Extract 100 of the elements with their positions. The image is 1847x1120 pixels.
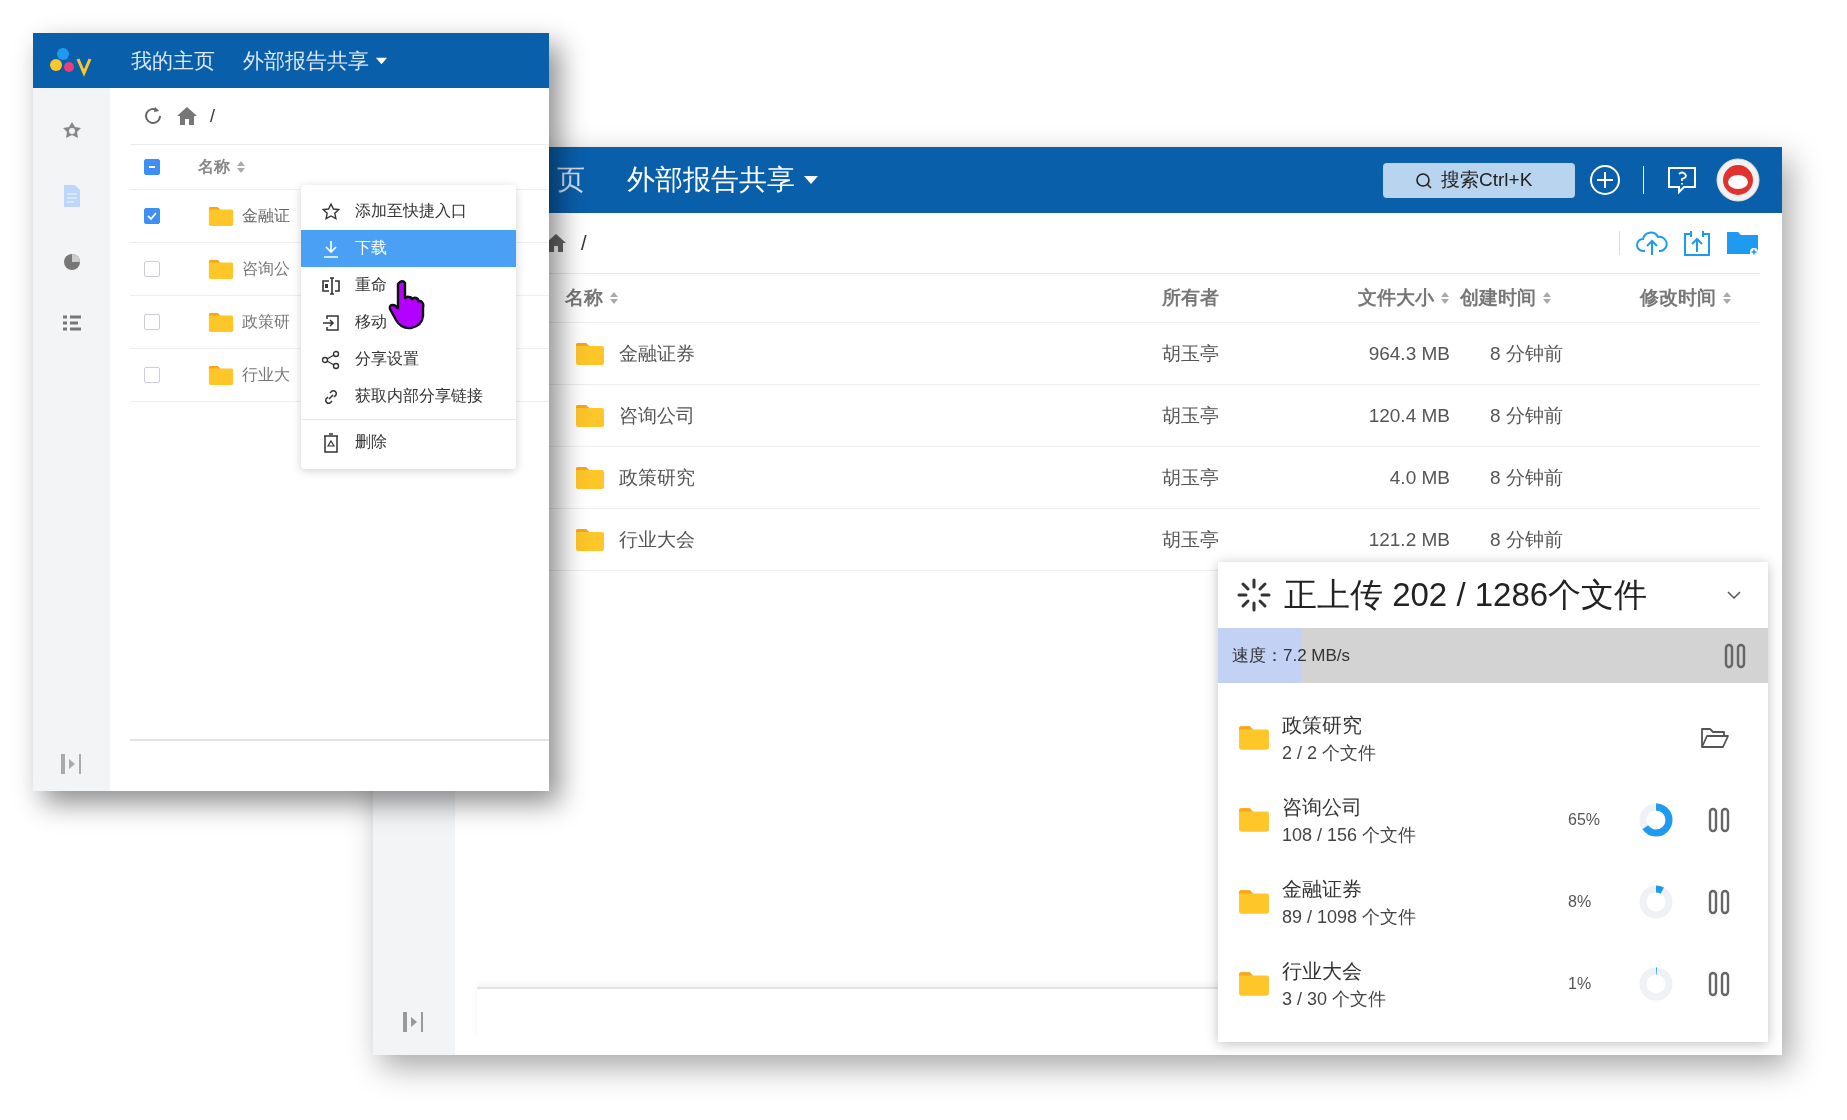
owner-cell-text: 胡玉亭 bbox=[1161, 341, 1220, 366]
folder-icon bbox=[575, 341, 605, 366]
folder-icon bbox=[208, 205, 234, 227]
breadcrumb-path[interactable]: / bbox=[581, 231, 587, 255]
column-header[interactable]: 名称 bbox=[545, 285, 1150, 311]
folder-icon bbox=[1238, 971, 1270, 997]
check-icon bbox=[146, 210, 158, 222]
home-icon[interactable] bbox=[176, 106, 198, 126]
file-name[interactable]: 咨询公司 bbox=[619, 402, 695, 429]
progress-ring bbox=[1638, 802, 1674, 838]
nav-tab[interactable]: 外部报告共享 bbox=[627, 161, 819, 199]
upload-title: 正上传 202 / 1286个文件 bbox=[1284, 574, 1648, 615]
created-cell-text: 8 分钟前 bbox=[1489, 527, 1564, 552]
breadcrumb-path[interactable]: / bbox=[210, 105, 215, 127]
star-icon bbox=[321, 201, 341, 222]
menu-item[interactable]: 分享设置 bbox=[301, 341, 516, 378]
row-checkbox[interactable] bbox=[144, 367, 160, 383]
progress-percent: 65% bbox=[1568, 811, 1602, 829]
column-header[interactable]: 创建时间 bbox=[1450, 285, 1610, 311]
menu-item[interactable]: 移动 bbox=[301, 304, 516, 341]
size-cell-text: 121.2 MB bbox=[1367, 528, 1450, 551]
help-icon[interactable] bbox=[1666, 164, 1698, 196]
chevron-down-icon[interactable] bbox=[1726, 590, 1742, 600]
sort-icon[interactable] bbox=[1440, 291, 1450, 305]
file-name[interactable]: 咨询公 bbox=[242, 258, 290, 280]
progress-ring bbox=[1638, 966, 1674, 1002]
size-cell-text: 964.3 MB bbox=[1367, 342, 1450, 365]
progress-ring bbox=[1638, 884, 1674, 920]
share-icon bbox=[321, 349, 341, 370]
avatar[interactable] bbox=[1716, 158, 1760, 202]
owner-cell-text: 胡玉亭 bbox=[1161, 465, 1220, 490]
list-icon[interactable] bbox=[60, 314, 83, 334]
row-checkbox[interactable] bbox=[144, 314, 160, 330]
column-header[interactable]: 所有者 bbox=[1150, 285, 1320, 311]
created-cell-text: 8 分钟前 bbox=[1489, 465, 1564, 490]
file-name[interactable]: 政策研究 bbox=[619, 464, 695, 491]
column-header[interactable]: 文件大小 bbox=[1320, 285, 1450, 311]
search-icon bbox=[1415, 171, 1433, 190]
pause-icon[interactable] bbox=[1708, 971, 1730, 997]
folder-icon bbox=[1238, 725, 1270, 751]
file-count: 108 / 156 个文件 bbox=[1282, 823, 1417, 847]
sort-icon[interactable] bbox=[1722, 291, 1732, 305]
folder-icon bbox=[208, 311, 234, 333]
file-name[interactable]: 政策研 bbox=[242, 311, 290, 333]
cloud-upload-icon[interactable] bbox=[1636, 229, 1668, 257]
nav-tab[interactable]: 页 bbox=[557, 161, 585, 199]
pause-icon[interactable] bbox=[1708, 889, 1730, 915]
progress-percent: 8% bbox=[1568, 893, 1593, 911]
sort-icon[interactable] bbox=[236, 160, 246, 174]
pause-icon[interactable] bbox=[1708, 807, 1730, 833]
trash-icon bbox=[321, 432, 341, 453]
sort-icon[interactable] bbox=[1542, 291, 1552, 305]
folder-icon bbox=[208, 364, 234, 386]
menu-item[interactable]: 重命 bbox=[301, 267, 516, 304]
progress-percent: 1% bbox=[1568, 975, 1593, 993]
folder-name: 金融证券 bbox=[1282, 876, 1363, 902]
file-name[interactable]: 行业大 bbox=[242, 364, 290, 386]
nav-tab[interactable]: 我的主页 bbox=[131, 46, 215, 75]
menu-item[interactable]: 添加至快捷入口 bbox=[301, 193, 516, 230]
row-checkbox[interactable] bbox=[144, 208, 160, 224]
search-field[interactable]: 搜索Ctrl+K bbox=[1383, 162, 1575, 198]
file-name[interactable]: 行业大会 bbox=[619, 526, 695, 553]
file-name[interactable]: 金融证 bbox=[242, 205, 290, 227]
created-cell-text: 8 分钟前 bbox=[1489, 341, 1564, 366]
folder-icon bbox=[208, 258, 234, 280]
folder-icon bbox=[1238, 807, 1270, 833]
move-icon bbox=[321, 312, 341, 333]
folder-icon bbox=[575, 527, 605, 552]
caret-icon[interactable] bbox=[803, 175, 819, 185]
upload-folder-icon[interactable] bbox=[1682, 229, 1712, 257]
pause-icon[interactable] bbox=[1724, 642, 1746, 669]
folder-name: 咨询公司 bbox=[1282, 794, 1363, 820]
select-all-checkbox[interactable] bbox=[144, 159, 160, 175]
folder-icon bbox=[575, 465, 605, 490]
size-cell-text: 120.4 MB bbox=[1367, 404, 1450, 427]
rename-icon bbox=[321, 275, 341, 296]
sort-icon[interactable] bbox=[609, 291, 619, 305]
caret-icon[interactable] bbox=[375, 56, 388, 65]
file-count: 3 / 30 个文件 bbox=[1282, 987, 1387, 1011]
folder-icon bbox=[1238, 889, 1270, 915]
open-folder-icon[interactable] bbox=[1700, 726, 1730, 750]
column-header[interactable]: 修改时间 bbox=[1610, 285, 1760, 311]
speed-label: 速度：7.2 MB/s bbox=[1232, 645, 1351, 667]
spinner-icon bbox=[1236, 577, 1272, 613]
created-cell-text: 8 分钟前 bbox=[1489, 403, 1564, 428]
file-count: 89 / 1098 个文件 bbox=[1282, 905, 1417, 929]
nav-tab[interactable]: 外部报告共享 bbox=[243, 46, 388, 75]
size-cell-text: 4.0 MB bbox=[1388, 466, 1450, 489]
file-name[interactable]: 金融证券 bbox=[619, 340, 695, 367]
menu-item[interactable]: 删除 bbox=[301, 424, 516, 461]
owner-cell-text: 胡玉亭 bbox=[1161, 403, 1220, 428]
new-folder-icon[interactable] bbox=[1726, 229, 1760, 257]
folder-name: 政策研究 bbox=[1282, 712, 1363, 738]
column-header[interactable]: 名称 bbox=[198, 156, 246, 178]
folder-icon bbox=[575, 403, 605, 428]
menu-item[interactable]: 获取内部分享链接 bbox=[301, 378, 516, 415]
row-checkbox[interactable] bbox=[144, 261, 160, 277]
add-icon[interactable] bbox=[1589, 164, 1621, 196]
folder-name: 行业大会 bbox=[1282, 958, 1363, 984]
refresh-icon[interactable] bbox=[142, 105, 164, 127]
